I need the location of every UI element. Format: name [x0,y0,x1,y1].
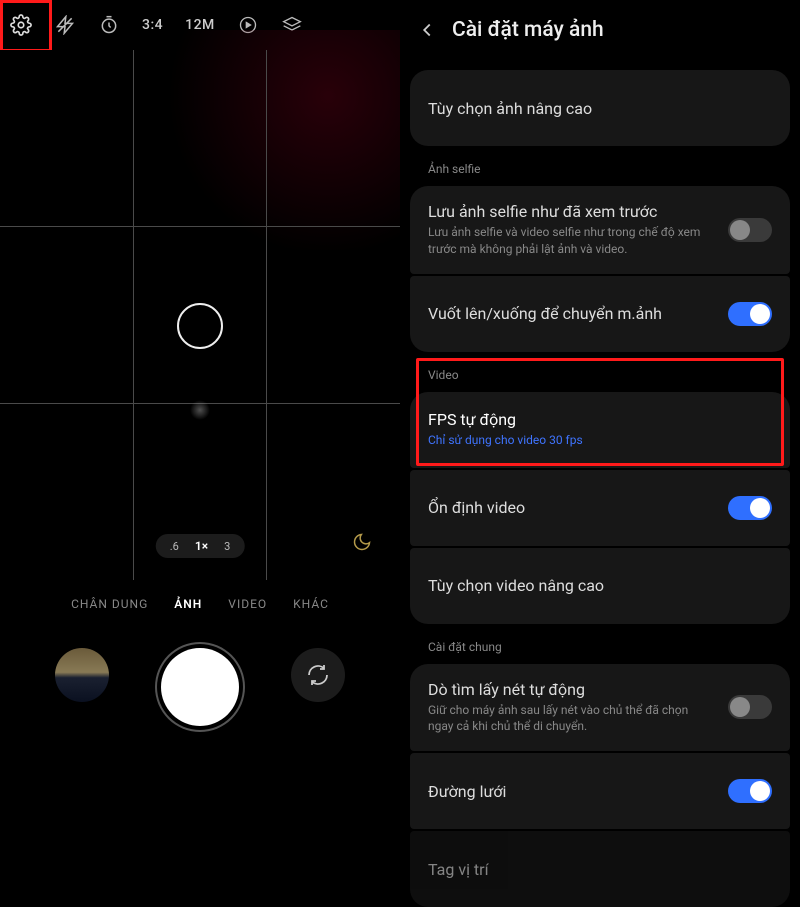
camera-switch-button[interactable] [291,648,345,702]
zoom-wide[interactable]: .6 [170,540,179,553]
focus-dot [190,400,210,420]
toggle-stabilize[interactable] [728,496,772,520]
toggle-autofocus[interactable] [728,695,772,719]
stabilize-label: Ổn định video [428,498,716,517]
toggle-swipe-switch[interactable] [728,302,772,326]
grid-label: Đường lưới [428,782,716,801]
row-advanced-photo[interactable]: Tùy chọn ảnh nâng cao [410,70,790,146]
flash-icon[interactable] [54,14,76,36]
settings-header: Cài đặt máy ảnh [400,0,800,60]
mode-photo[interactable]: ẢNH [174,597,202,611]
location-tag-label: Tag vị trí [428,860,772,879]
section-video: Video [428,368,786,382]
advanced-photo-label: Tùy chọn ảnh nâng cao [428,99,772,118]
row-grid-lines[interactable]: Đường lưới [410,753,790,829]
swipe-label: Vuốt lên/xuống để chuyển m.ảnh [428,304,716,323]
grid-line [133,50,134,580]
row-auto-fps[interactable]: FPS tự động Chỉ sử dụng cho video 30 fps [410,392,790,468]
autofocus-sub: Giữ cho máy ảnh sau lấy nét vào chủ thể … [428,702,716,736]
zoom-selector[interactable]: .6 1× 3 [156,534,245,558]
row-location-tag[interactable]: Tag vị trí [410,831,790,907]
timer-icon[interactable] [98,14,120,36]
camera-mode-selector[interactable]: CHÂN DUNG ẢNH VIDEO KHÁC [0,580,400,628]
shutter-row [0,628,400,798]
viewfinder-preview [160,30,440,250]
row-tracking-autofocus[interactable]: Dò tìm lấy nét tự động Giữ cho máy ảnh s… [410,664,790,752]
mode-more[interactable]: KHÁC [293,597,329,611]
grid-line [0,226,400,227]
settings-list[interactable]: Tùy chọn ảnh nâng cao Ảnh selfie Lưu ảnh… [400,70,800,907]
settings-title: Cài đặt máy ảnh [452,18,604,42]
section-selfie: Ảnh selfie [428,162,786,176]
selfie-save-sub: Lưu ảnh selfie và video selfie như trong… [428,224,716,258]
mode-video[interactable]: VIDEO [228,597,267,611]
autofocus-label: Dò tìm lấy nét tự động [428,680,716,699]
back-icon[interactable] [416,19,438,41]
zoom-main[interactable]: 1× [195,539,208,553]
gallery-thumbnail[interactable] [55,648,109,702]
shutter-button[interactable] [161,648,239,726]
camera-settings-screen: Cài đặt máy ảnh Tùy chọn ảnh nâng cao Ản… [400,0,800,800]
grid-line [266,50,267,580]
camera-screen: 3:4 12M .6 1× 3 [0,0,400,800]
row-save-selfie-as-previewed[interactable]: Lưu ảnh selfie như đã xem trước Lưu ảnh … [410,186,790,274]
auto-fps-label: FPS tự động [428,410,772,429]
highlight-settings-icon [0,0,52,52]
camera-viewfinder[interactable]: .6 1× 3 [0,50,400,580]
toggle-save-selfie[interactable] [728,218,772,242]
row-swipe-switch-camera[interactable]: Vuốt lên/xuống để chuyển m.ảnh [410,276,790,352]
night-mode-icon[interactable] [352,532,372,552]
adv-video-label: Tùy chọn video nâng cao [428,576,772,595]
mode-portrait[interactable]: CHÂN DUNG [71,597,148,611]
row-video-stabilization[interactable]: Ổn định video [410,470,790,546]
auto-fps-sub: Chỉ sử dụng cho video 30 fps [428,432,772,449]
row-advanced-video[interactable]: Tùy chọn video nâng cao [410,548,790,624]
zoom-tele[interactable]: 3 [224,540,230,553]
section-general: Cài đặt chung [428,640,786,654]
focus-indicator [177,303,223,349]
selfie-save-label: Lưu ảnh selfie như đã xem trước [428,202,716,221]
